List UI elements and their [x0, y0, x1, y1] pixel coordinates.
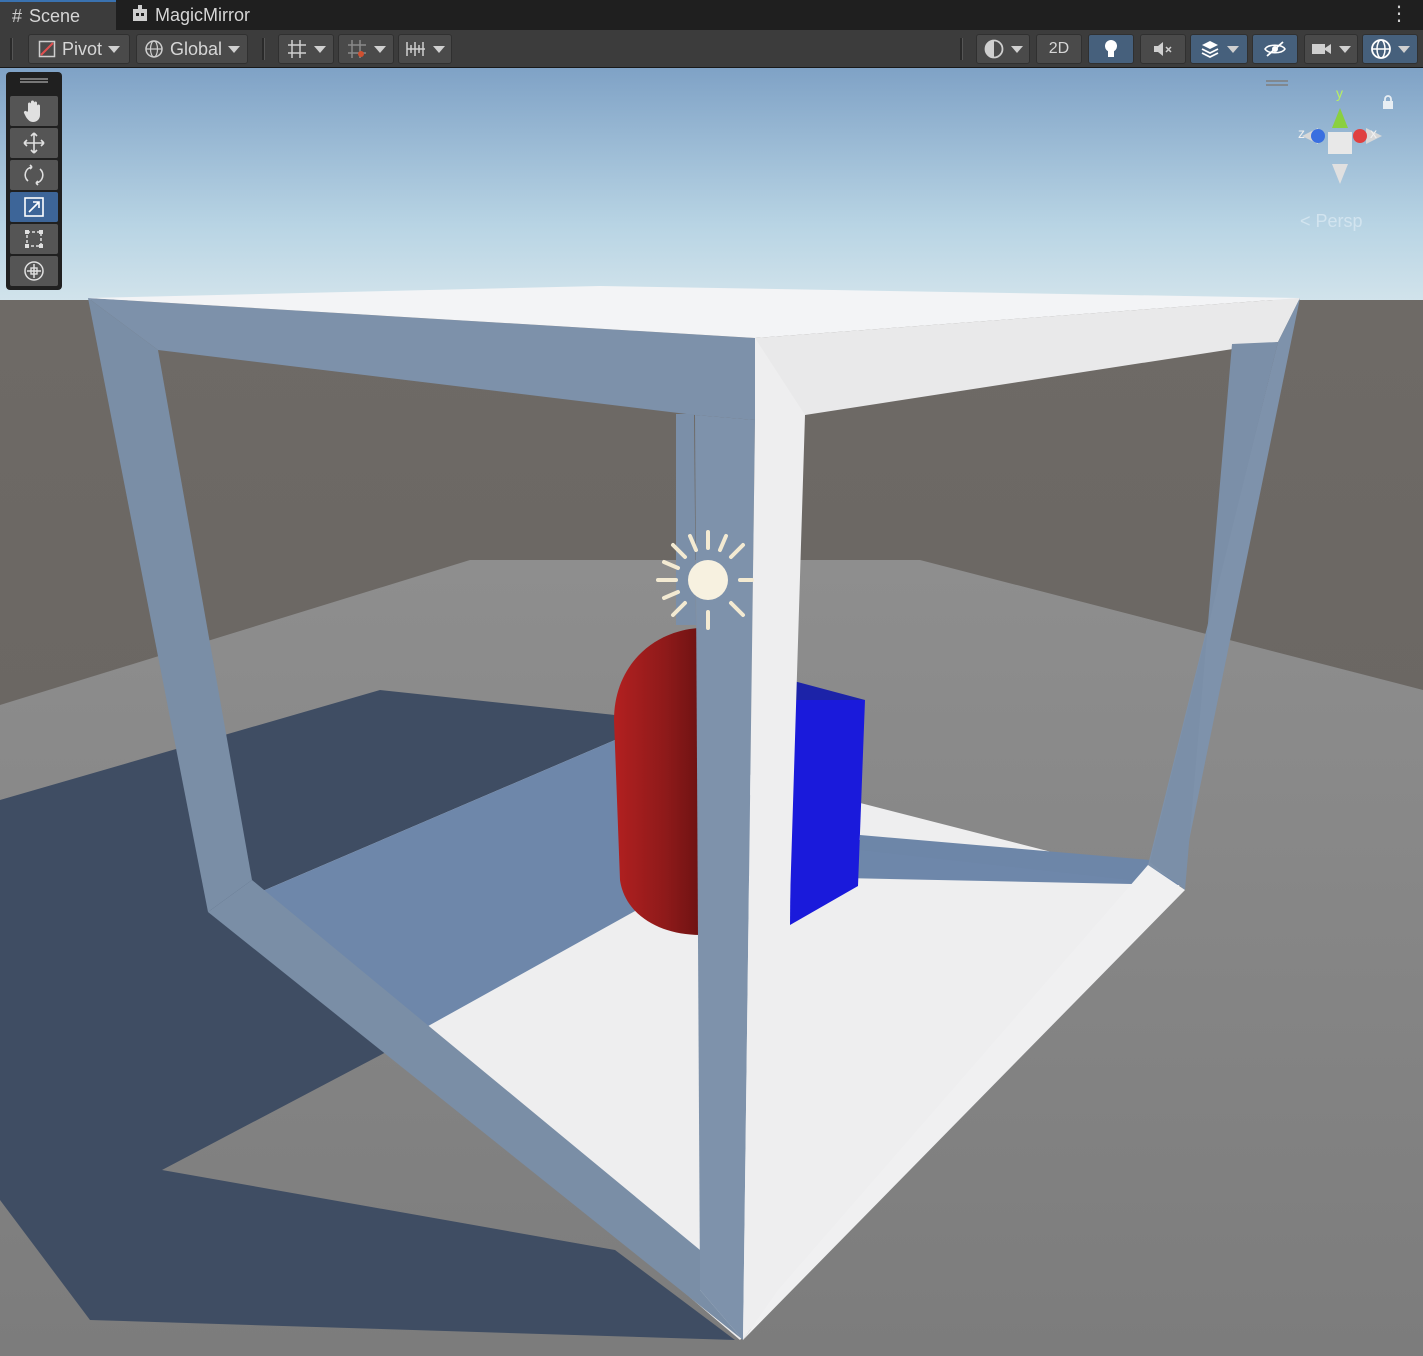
chevron-down-icon: [314, 45, 326, 53]
hand-icon: [23, 100, 40, 122]
axis-gizmo-icon: y x z: [1298, 85, 1382, 184]
chevron-left-icon: <: [1300, 211, 1316, 231]
lightbulb-icon: [1105, 40, 1117, 57]
pivot-icon: [38, 40, 56, 58]
toolbar-grip: [10, 38, 13, 60]
toolbar-separator: [960, 38, 963, 60]
camera-settings-dropdown[interactable]: [1304, 34, 1358, 64]
snap-settings-button[interactable]: [398, 34, 452, 64]
pivot-dropdown[interactable]: Pivot: [28, 34, 130, 64]
increment-snap-button[interactable]: [338, 34, 394, 64]
tab-game-label: MagicMirror: [155, 4, 251, 25]
more-options-icon[interactable]: ⋮: [1389, 4, 1409, 24]
axis-z-label: z: [1298, 125, 1305, 141]
chevron-down-icon: [1398, 45, 1410, 53]
global-dropdown[interactable]: Global: [136, 34, 248, 64]
camera-icon: [1312, 44, 1331, 54]
scene-render: [0, 68, 1423, 1356]
tab-game[interactable]: MagicMirror: [130, 0, 250, 30]
rotate-icon: [24, 164, 44, 186]
globe-icon: [145, 40, 163, 58]
scene-visibility-toggle[interactable]: [1252, 34, 1298, 64]
rect-tool[interactable]: [10, 224, 58, 254]
scene-viewport[interactable]: y x z < Persp: [0, 68, 1423, 1356]
tab-bar: # Scene MagicMirror ⋮: [0, 0, 1423, 30]
orientation-gizmo[interactable]: y x z: [1290, 80, 1400, 200]
axis-x-label: x: [1370, 125, 1377, 141]
ruler-icon: [406, 42, 425, 56]
grid-hash-icon: #: [12, 5, 23, 26]
grid-snap-button[interactable]: [278, 34, 334, 64]
global-label: Global: [169, 38, 223, 59]
axis-y-label: y: [1336, 85, 1343, 101]
chevron-down-icon: [1339, 45, 1351, 53]
hand-tool[interactable]: [10, 96, 58, 126]
chevron-down-icon: [108, 45, 121, 53]
rect-transform-icon: [25, 230, 43, 248]
tool-palette: [6, 72, 62, 290]
lighting-toggle[interactable]: [1088, 34, 1134, 64]
grid-snap-icon: [288, 40, 306, 58]
audio-toggle[interactable]: [1140, 34, 1186, 64]
projection-label: Persp: [1315, 211, 1363, 231]
tab-scene-label: Scene: [29, 5, 81, 26]
gizmo-globe-icon: [1371, 39, 1391, 59]
projection-toggle[interactable]: < Persp: [1300, 211, 1363, 232]
scene-toolbar: Pivot Global 2D: [0, 30, 1423, 68]
gizmos-dropdown[interactable]: [1362, 34, 1418, 64]
transform-combo-icon: [24, 261, 44, 281]
chevron-down-icon: [1227, 45, 1239, 53]
gizmo-drag-handle[interactable]: [1266, 80, 1288, 86]
game-controller-icon: [132, 4, 148, 27]
effects-layers-icon: [1201, 41, 1219, 59]
increment-snap-icon: [348, 40, 366, 58]
mute-speaker-icon: [1154, 42, 1172, 56]
chevron-down-icon: [228, 45, 241, 53]
chevron-down-icon: [433, 45, 445, 53]
tab-scene[interactable]: # Scene: [0, 0, 116, 30]
move-tool[interactable]: [10, 128, 58, 158]
toggle-2d-button[interactable]: 2D: [1036, 34, 1082, 64]
chevron-down-icon: [1011, 45, 1023, 53]
scale-icon: [24, 197, 44, 217]
shading-sphere-icon: [984, 39, 1004, 59]
red-capsule: [614, 628, 700, 935]
move-arrows-icon: [23, 132, 45, 154]
draw-mode-dropdown[interactable]: [976, 34, 1030, 64]
hidden-eye-icon: [1264, 41, 1286, 57]
transform-tool[interactable]: [10, 256, 58, 286]
effects-dropdown[interactable]: [1190, 34, 1248, 64]
pivot-label: Pivot: [61, 38, 103, 59]
scale-tool[interactable]: [10, 192, 58, 222]
rotate-tool[interactable]: [10, 160, 58, 190]
toggle-2d-label: 2D: [1048, 40, 1070, 57]
toolbar-separator: [262, 38, 265, 60]
palette-grip: [20, 78, 48, 83]
chevron-down-icon: [374, 45, 386, 53]
